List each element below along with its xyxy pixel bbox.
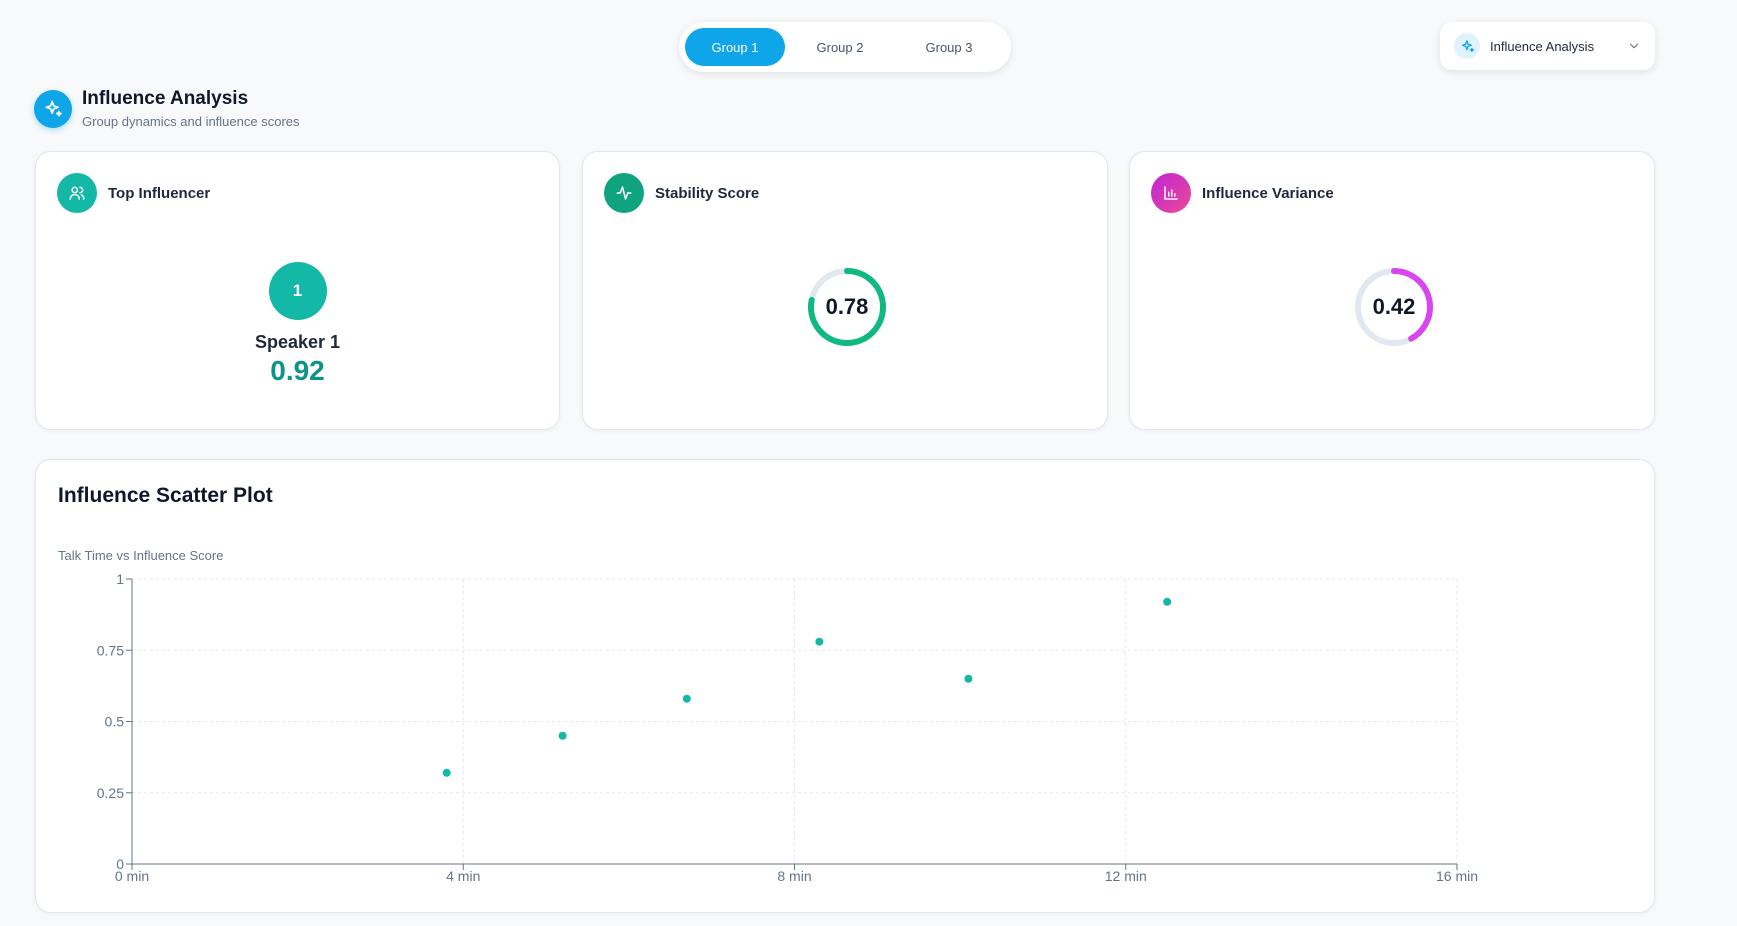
card-title: Top Influencer (108, 184, 211, 202)
y-tick-label: 1 (116, 571, 124, 587)
tab-group-2[interactable]: Group 2 (785, 28, 895, 66)
page-subtitle: Group dynamics and influence scores (82, 114, 300, 129)
sparkles-icon (34, 89, 72, 128)
tab-group-3[interactable]: Group 3 (895, 28, 1003, 66)
stability-score-card: Stability Score 0.78 (582, 151, 1108, 430)
page: Group 1 Group 2 Group 3 Influence Analys… (0, 0, 1737, 926)
x-tick-label: 16 min (1436, 868, 1478, 884)
data-point (964, 674, 973, 683)
plot-title: Influence Scatter Plot (58, 484, 273, 507)
view-dropdown[interactable]: Influence Analysis (1440, 22, 1655, 70)
dropdown-label: Influence Analysis (1490, 38, 1595, 54)
influence-variance-card: Influence Variance 0.42 (1129, 151, 1655, 430)
plot-subtitle: Talk Time vs Influence Score (58, 548, 224, 563)
page-header: Influence Analysis Group dynamics and in… (34, 88, 300, 129)
card-title: Stability Score (655, 184, 760, 202)
bar-chart-icon (1151, 173, 1191, 213)
scatter-chart: 00.250.50.7510 min 4 min 8 min 12 min 16 min (97, 571, 1478, 884)
stability-ring: 0.78 (806, 266, 888, 348)
rank-badge: 1 (268, 262, 327, 320)
data-point (815, 637, 824, 646)
x-tick-label: 0 min (115, 868, 149, 884)
variance-value: 0.42 (1372, 294, 1416, 319)
stability-value: 0.78 (825, 294, 869, 319)
tab-group-1[interactable]: Group 1 (685, 28, 785, 66)
speaker-name: Speaker 1 (254, 332, 341, 352)
variance-ring: 0.42 (1353, 266, 1435, 348)
y-tick-label: 0.25 (97, 785, 124, 801)
top-influencer-card: Top Influencer 1 Speaker 1 0.92 (35, 151, 560, 430)
users-icon (57, 173, 97, 213)
data-point (558, 731, 567, 740)
y-tick-label: 0.75 (97, 642, 124, 658)
x-tick-label: 4 min (446, 868, 480, 884)
data-point (442, 768, 451, 777)
data-point (1163, 597, 1172, 606)
chevron-down-icon (1629, 43, 1639, 49)
x-tick-label: 12 min (1105, 868, 1147, 884)
sparkles-icon (1454, 33, 1480, 59)
group-tabs: Group 1 Group 2 Group 3 (679, 22, 1011, 72)
activity-icon (604, 173, 644, 213)
page-title: Influence Analysis (82, 88, 249, 109)
scatter-plot-card: 0 0.25 0.5 0.75 1 0 min 4 min 8 min 12 min 16 min… (35, 459, 1655, 913)
data-point (682, 694, 691, 703)
card-title: Influence Variance (1202, 184, 1334, 202)
influence-score: 0.92 (270, 355, 325, 386)
y-tick-label: 0.5 (105, 714, 125, 730)
x-tick-label: 8 min (777, 868, 811, 884)
